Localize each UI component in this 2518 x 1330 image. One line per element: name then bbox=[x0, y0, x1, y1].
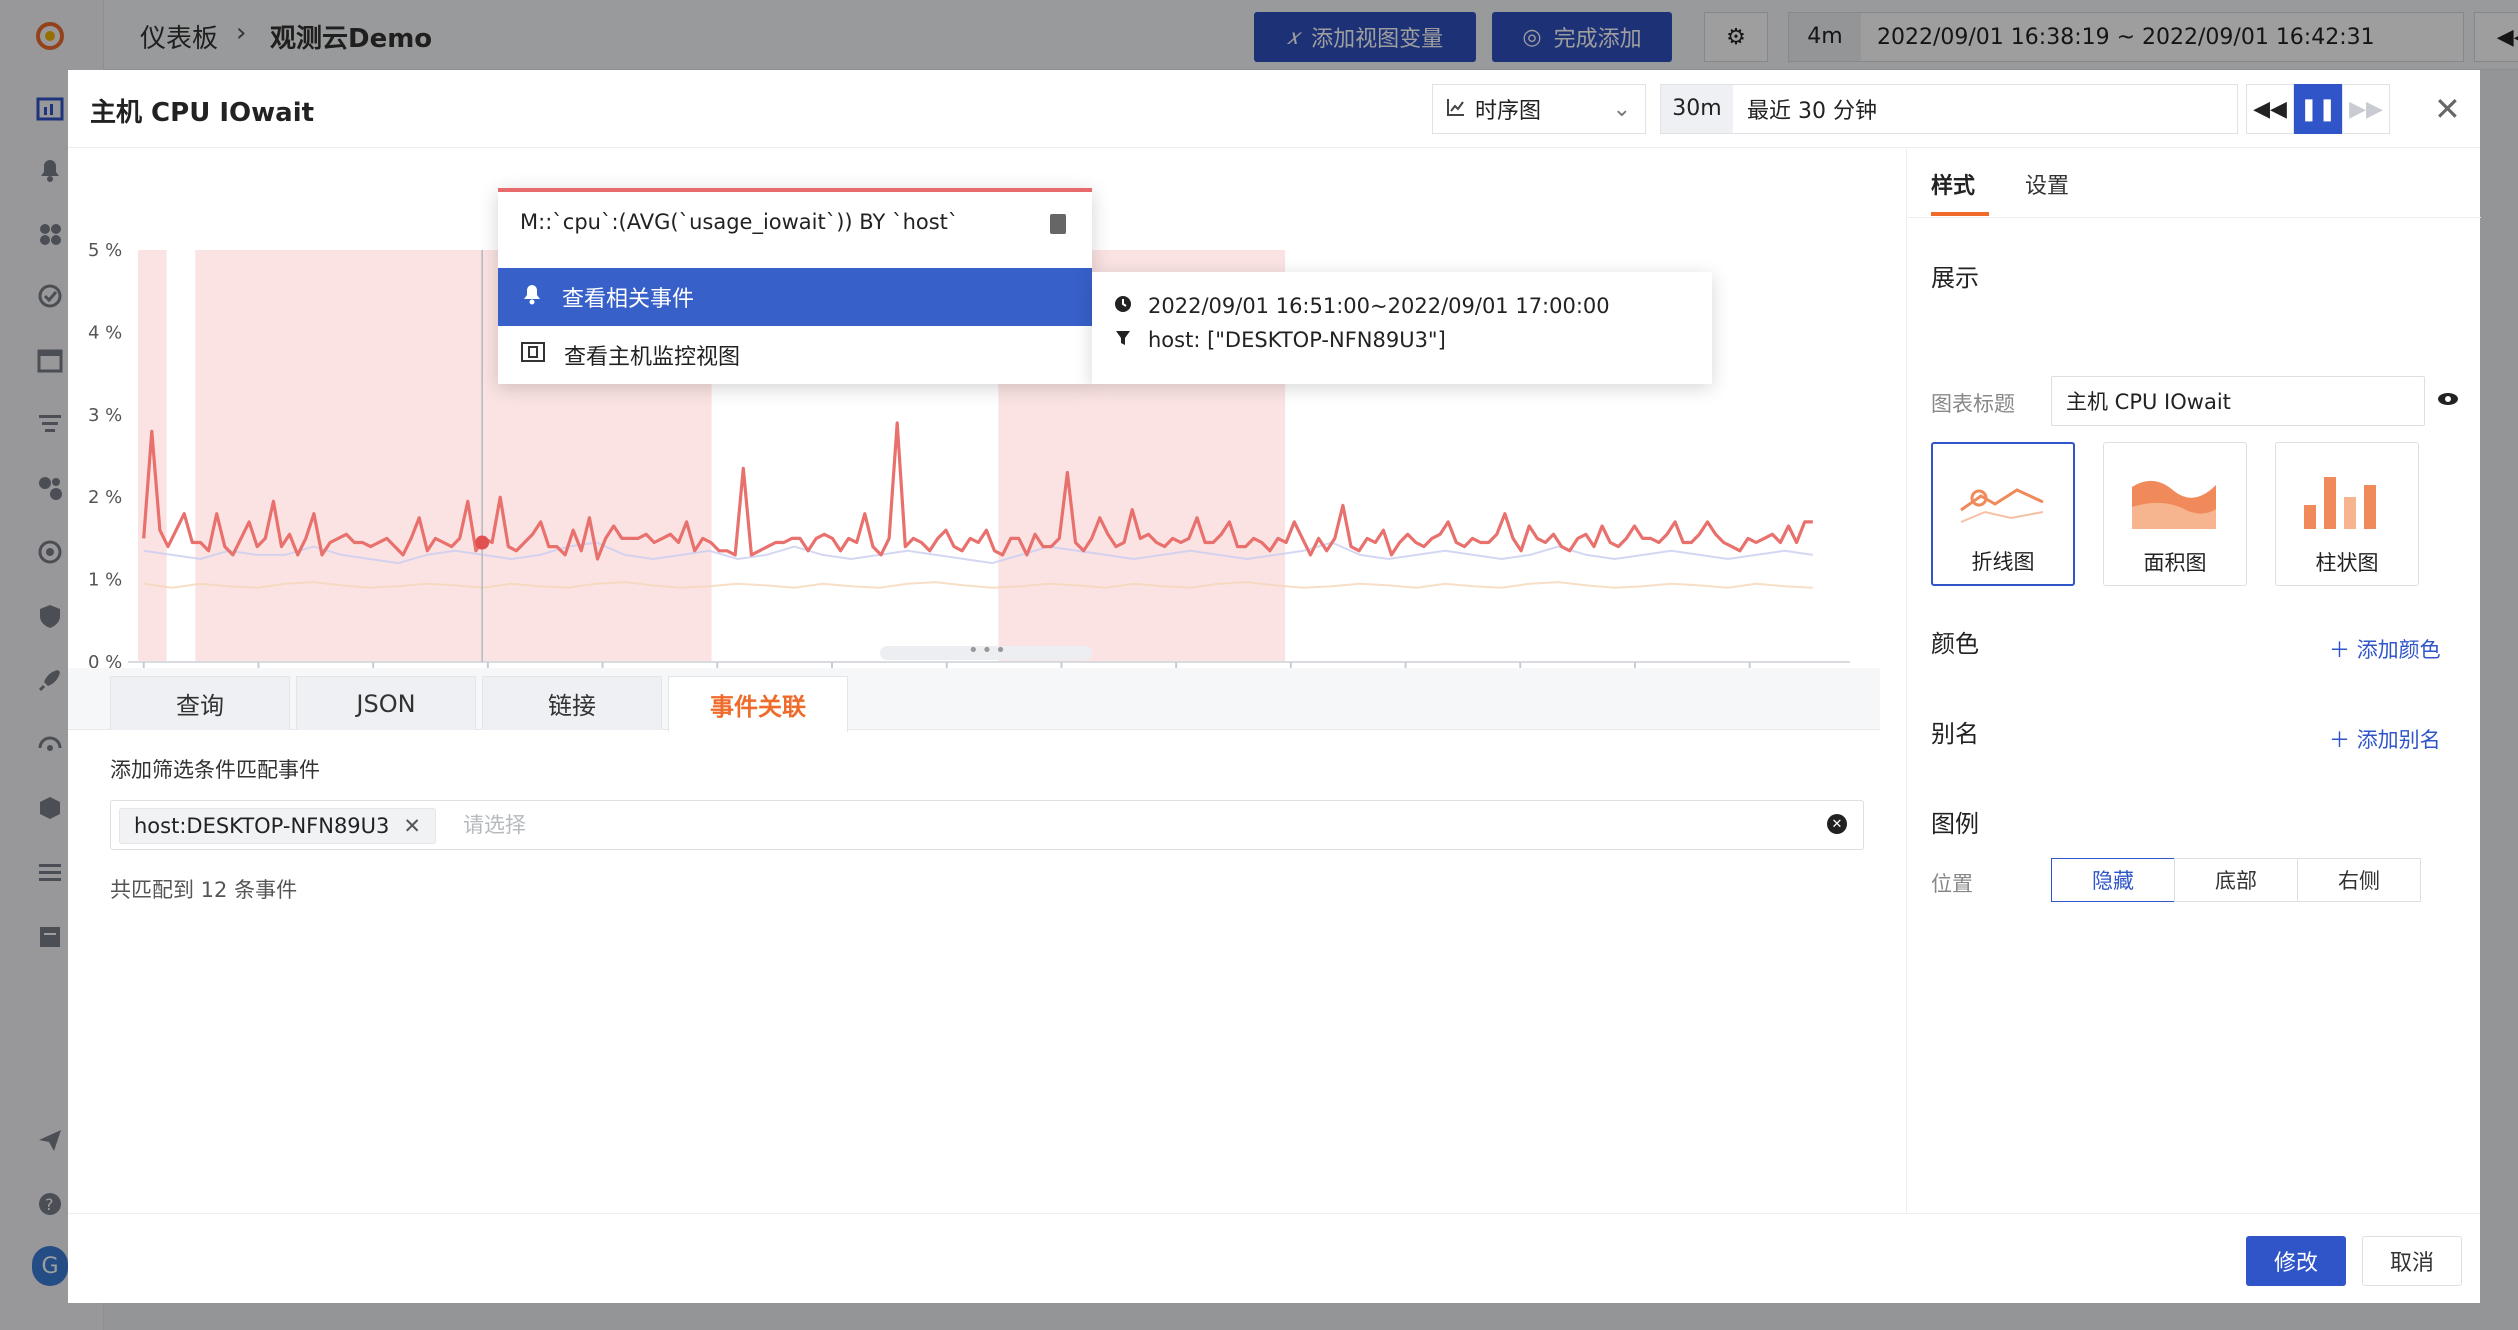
color-section-title: 颜色 bbox=[1931, 630, 1979, 658]
modal-time-range[interactable]: 30m 最近 30 分钟 bbox=[1660, 84, 2238, 134]
view-related-events-label: 查看相关事件 bbox=[562, 287, 695, 312]
active-tab-indicator bbox=[1931, 212, 1989, 216]
add-color-link[interactable]: ＋ 添加颜色 bbox=[2329, 634, 2441, 664]
event-filter-select[interactable]: host:DESKTOP-NFN89U3 ✕ ✕ bbox=[110, 800, 1864, 850]
tooltip-host: host: ["DESKTOP-NFN89U3"] bbox=[1148, 328, 1446, 352]
y-tick-label: 4 % bbox=[88, 322, 122, 343]
eye-icon[interactable] bbox=[2437, 388, 2459, 415]
tooltip-time: 2022/09/01 16:51:00~2022/09/01 17:00:00 bbox=[1148, 294, 1610, 318]
legend-section-title: 图例 bbox=[1931, 810, 1979, 838]
tab-style[interactable]: 样式 bbox=[1931, 168, 1975, 200]
legend-position-right[interactable]: 右侧 bbox=[2297, 858, 2421, 902]
view-related-events-menu-item[interactable]: 查看相关事件 bbox=[498, 268, 1092, 326]
tag-remove-icon[interactable]: ✕ bbox=[403, 814, 421, 838]
add-alias-label: 添加别名 bbox=[2356, 728, 2441, 752]
hover-point bbox=[475, 535, 490, 550]
modal-footer: 修改 取消 bbox=[68, 1213, 2480, 1303]
chart-editor-modal: 主机 CPU IOwait 时序图 ⌄ 30m 最近 30 分钟 ◀◀ ❚❚ ▶… bbox=[68, 70, 2481, 1303]
forward-button[interactable]: ▶▶ bbox=[2342, 84, 2390, 134]
area-chart-type-icon bbox=[2132, 480, 2216, 529]
line-chart-type-label: 折线图 bbox=[1971, 550, 2035, 574]
display-section-title: 展示 bbox=[1931, 264, 1979, 292]
chart-title-input[interactable]: 主机 CPU IOwait bbox=[2051, 376, 2425, 426]
context-query-text: M::`cpu`:(AVG(`usage_iowait`)) BY `host` bbox=[520, 210, 959, 234]
legend-position-label: 位置 bbox=[1931, 872, 1973, 896]
modal-title: 主机 CPU IOwait bbox=[90, 98, 315, 128]
editor-tabs: 查询 JSON 链接 事件关联 bbox=[68, 668, 1880, 732]
chart-type-area[interactable]: 面积图 bbox=[2103, 442, 2247, 586]
copy-icon[interactable] bbox=[1050, 214, 1066, 234]
alias-section-title: 别名 bbox=[1931, 720, 1979, 748]
filter-label: 添加筛选条件匹配事件 bbox=[110, 758, 320, 782]
chart-type-line[interactable]: 折线图 bbox=[1931, 442, 2075, 586]
clear-icon[interactable]: ✕ bbox=[1827, 814, 1847, 834]
modal-time-label: 最近 30 分钟 bbox=[1747, 99, 1877, 124]
bar-chart-type-icon bbox=[2304, 477, 2376, 529]
close-icon[interactable]: ✕ bbox=[2434, 90, 2461, 128]
y-tick-label: 2 % bbox=[88, 487, 122, 508]
chart-context-menu: M::`cpu`:(AVG(`usage_iowait`)) BY `host`… bbox=[498, 188, 1092, 384]
y-tick-label: 3 % bbox=[88, 405, 122, 426]
event-association-panel: 添加筛选条件匹配事件 host:DESKTOP-NFN89U3 ✕ ✕ 共匹配到… bbox=[68, 730, 1880, 1230]
legend-position-hidden[interactable]: 隐藏 bbox=[2051, 858, 2175, 902]
add-alias-link[interactable]: ＋ 添加别名 bbox=[2329, 724, 2441, 754]
chart-title-label: 图表标题 bbox=[1931, 392, 2015, 416]
filter-tag: host:DESKTOP-NFN89U3 ✕ bbox=[119, 808, 437, 844]
chart-type-select[interactable]: 时序图 ⌄ bbox=[1432, 84, 1646, 134]
tab-links[interactable]: 链接 bbox=[482, 676, 662, 730]
bell-icon bbox=[520, 282, 544, 312]
area-chart-type-label: 面积图 bbox=[2143, 551, 2207, 575]
y-tick-label: 1 % bbox=[88, 570, 122, 591]
y-tick-label: 5 % bbox=[88, 240, 122, 261]
tooltip-host-row: host: ["DESKTOP-NFN89U3"] bbox=[1114, 328, 1446, 352]
rewind-icon: ◀◀ bbox=[2253, 96, 2287, 122]
rewind-button[interactable]: ◀◀ bbox=[2246, 84, 2294, 134]
tab-json[interactable]: JSON bbox=[296, 676, 476, 730]
match-count: 共匹配到 12 条事件 bbox=[110, 878, 298, 902]
view-host-monitor-label: 查看主机监控视图 bbox=[564, 345, 741, 370]
add-color-label: 添加颜色 bbox=[2356, 638, 2441, 662]
event-tooltip: 2022/09/01 16:51:00~2022/09/01 17:00:00 … bbox=[1092, 272, 1712, 384]
line-chart-type-icon bbox=[1960, 488, 2044, 523]
drag-dots-icon: ••• bbox=[968, 640, 1009, 661]
resize-handle[interactable]: ••• bbox=[880, 640, 1092, 661]
line-chart-icon bbox=[1447, 97, 1465, 122]
fast-forward-icon: ▶▶ bbox=[2349, 96, 2383, 122]
view-host-monitor-menu-item[interactable]: 查看主机监控视图 bbox=[498, 326, 1092, 384]
clock-icon bbox=[1114, 294, 1132, 318]
pause-icon: ❚❚ bbox=[2299, 96, 2337, 122]
modify-button[interactable]: 修改 bbox=[2246, 1236, 2346, 1286]
chevron-down-icon: ⌄ bbox=[1612, 96, 1631, 122]
host-view-icon bbox=[520, 340, 546, 370]
tab-settings[interactable]: 设置 bbox=[2025, 168, 2069, 200]
chart-type-select-value: 时序图 bbox=[1475, 99, 1542, 124]
cancel-button[interactable]: 取消 bbox=[2362, 1236, 2462, 1286]
settings-tabs: 样式 设置 bbox=[1907, 148, 2481, 218]
tab-query[interactable]: 查询 bbox=[110, 676, 290, 730]
settings-panel: 样式 设置 展示 图表标题 主机 CPU IOwait 折线图 面积图 柱状图 … bbox=[1906, 148, 2481, 1223]
tab-event-association[interactable]: 事件关联 bbox=[668, 676, 848, 732]
bar-chart-type-label: 柱状图 bbox=[2315, 551, 2379, 575]
filter-input[interactable] bbox=[461, 801, 1761, 849]
modal-time-short: 30m bbox=[1661, 85, 1733, 133]
chart-type-bar[interactable]: 柱状图 bbox=[2275, 442, 2419, 586]
filter-tag-text: host:DESKTOP-NFN89U3 bbox=[134, 814, 390, 838]
filter-icon bbox=[1114, 328, 1132, 352]
tooltip-time-row: 2022/09/01 16:51:00~2022/09/01 17:00:00 bbox=[1114, 294, 1610, 318]
modal-header: 主机 CPU IOwait 时序图 ⌄ 30m 最近 30 分钟 ◀◀ ❚❚ ▶… bbox=[68, 70, 2480, 148]
legend-position-bottom[interactable]: 底部 bbox=[2174, 858, 2298, 902]
pause-button[interactable]: ❚❚ bbox=[2294, 84, 2342, 134]
